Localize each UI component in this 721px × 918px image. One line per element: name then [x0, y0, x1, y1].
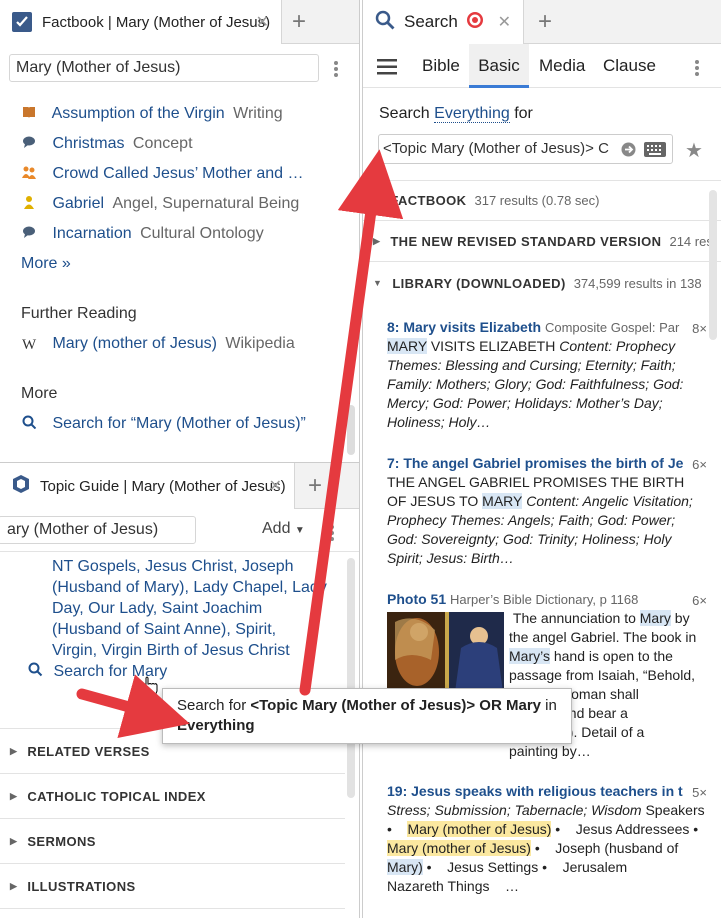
- search-icon: [22, 415, 37, 430]
- result-group-library[interactable]: ▼ LIBRARY (DOWNLOADED) 374,599 results in …: [363, 263, 721, 303]
- topic-link-line[interactable]: Virgin, Virgin Birth of Jesus Christ: [52, 640, 327, 661]
- result-group-nrsv[interactable]: ▶ THE NEW REVISED STANDARD VERSION 214 res: [363, 222, 721, 262]
- factbook-search-input[interactable]: Mary (Mother of Jesus): [9, 54, 319, 82]
- star-icon[interactable]: ★: [685, 138, 703, 163]
- search-result[interactable]: Photo 51 Harper’s Bible Dictionary, p 11…: [387, 590, 707, 609]
- result-title[interactable]: 7: The angel Gabriel promises the birth …: [387, 455, 683, 471]
- annunciation-painting-thumbnail[interactable]: [387, 612, 504, 692]
- topic-link-line[interactable]: NT Gospels, Jesus Christ, Joseph: [52, 556, 327, 577]
- section-divider: [0, 908, 345, 918]
- topic-guide-icon: [12, 474, 30, 498]
- more-heading: More: [21, 385, 58, 402]
- hit-count-badge: 5×: [692, 785, 707, 800]
- scrollbar[interactable]: [347, 558, 355, 798]
- factbook-item[interactable]: Christmas Concept: [22, 135, 193, 153]
- section-catholic-topical-index[interactable]: ▶ CATHOLIC TOPICAL INDEX: [0, 773, 345, 818]
- close-icon[interactable]: ✕: [498, 12, 511, 32]
- tab-factbook[interactable]: Factbook | Mary (Mother of Jesus) ✕: [0, 0, 282, 44]
- factbook-item[interactable]: Crowd Called Jesus’ Mother and …: [22, 165, 304, 183]
- menu-icon[interactable]: [377, 59, 397, 80]
- keyboard-icon[interactable]: [644, 142, 666, 162]
- search-mode-bar: Bible Basic Media Clause: [363, 44, 721, 88]
- topic-link-line[interactable]: Day, Our Lady, Saint Joachim: [52, 598, 327, 619]
- search-for-topic-link[interactable]: Search for “Mary (Mother of Jesus)”: [22, 415, 306, 433]
- add-tab-icon[interactable]: +: [308, 472, 322, 500]
- speech-bubble-icon: [22, 135, 36, 149]
- section-sermons[interactable]: ▶ SERMONS: [0, 818, 345, 863]
- search-scope-label: Search Everything for: [379, 105, 533, 123]
- factbook-panel: Factbook | Mary (Mother of Jesus) ✕ + Ma…: [0, 0, 360, 462]
- factbook-tab-title: Factbook | Mary (Mother of Jesus): [42, 13, 271, 31]
- scrollbar[interactable]: [709, 190, 717, 340]
- topic-guide-tabbar: Topic Guide | Mary (Mother of Jesus) ✕ +: [0, 463, 359, 509]
- add-tab-icon[interactable]: +: [538, 8, 552, 36]
- search-tab-title: Search: [404, 12, 458, 31]
- tab-basic[interactable]: Basic: [469, 44, 529, 88]
- highlight: MARY: [482, 493, 523, 509]
- search-result[interactable]: 8: Mary visits Elizabeth Composite Gospe…: [387, 318, 707, 432]
- add-tab-icon[interactable]: +: [292, 8, 306, 36]
- factbook-item[interactable]: Incarnation Cultural Ontology: [22, 225, 264, 243]
- person-icon: [22, 195, 36, 209]
- go-arrow-icon[interactable]: [621, 142, 636, 162]
- more-link[interactable]: More »: [21, 255, 71, 273]
- result-group-factbook[interactable]: ▶ FACTBOOK 317 results (0.78 sec): [363, 181, 721, 221]
- search-icon: [375, 10, 395, 35]
- factbook-item[interactable]: Gabriel Angel, Supernatural Being: [22, 195, 299, 213]
- topic-link-line[interactable]: (Husband of Mary), Lady Chapel, Lady: [52, 577, 327, 598]
- hit-count-badge: 6×: [692, 457, 707, 472]
- result-title[interactable]: 8: Mary visits Elizabeth: [387, 319, 541, 335]
- tab-topic-guide[interactable]: Topic Guide | Mary (Mother of Jesus) ✕: [0, 463, 295, 509]
- add-button[interactable]: Add ▼: [262, 520, 305, 538]
- result-source: Composite Gospel: Par: [544, 320, 680, 335]
- factbook-icon: [12, 12, 32, 32]
- factbook-item[interactable]: Assumption of the Virgin Writing: [22, 105, 283, 123]
- search-result[interactable]: 19: Jesus speaks with religious teachers…: [387, 782, 707, 896]
- result-title[interactable]: 19: Jesus speaks with religious teachers…: [387, 783, 683, 799]
- search-icon: [28, 662, 43, 682]
- speech-bubble-icon: [22, 225, 36, 239]
- search-tooltip: Search for <Topic Mary (Mother of Jesus)…: [162, 688, 572, 744]
- factbook-tabbar: Factbook | Mary (Mother of Jesus) ✕ +: [0, 0, 359, 44]
- scope-dropdown[interactable]: Everything: [434, 105, 510, 123]
- tab-search[interactable]: Search ✕: [363, 0, 524, 44]
- query-text: <Topic Mary (Mother of Jesus)> C: [383, 140, 609, 157]
- topic-links[interactable]: NT Gospels, Jesus Christ, Joseph (Husban…: [52, 556, 327, 661]
- more-options-icon[interactable]: [694, 58, 700, 78]
- hit-count-badge: 6×: [692, 593, 707, 608]
- topic-guide-tab-title: Topic Guide | Mary (Mother of Jesus): [40, 477, 286, 495]
- section-illustrations[interactable]: ▶ ILLUSTRATIONS: [0, 863, 345, 908]
- more-options-icon[interactable]: [329, 523, 335, 543]
- close-icon[interactable]: ✕: [269, 476, 282, 496]
- more-options-icon[interactable]: [333, 59, 339, 79]
- book-icon: [22, 105, 36, 119]
- tab-clause[interactable]: Clause: [603, 56, 656, 76]
- wikipedia-link[interactable]: W Mary (mother of Jesus) Wikipedia: [22, 335, 295, 353]
- result-title[interactable]: Photo 51: [387, 591, 446, 607]
- close-icon[interactable]: ✕: [256, 12, 269, 32]
- search-result[interactable]: 7: The angel Gabriel promises the birth …: [387, 454, 707, 568]
- search-query-input[interactable]: <Topic Mary (Mother of Jesus)> C: [378, 134, 673, 164]
- tab-media[interactable]: Media: [539, 56, 585, 76]
- tab-bible[interactable]: Bible: [422, 56, 460, 76]
- hit-count-badge: 8×: [692, 321, 707, 336]
- mouse-cursor-icon: [140, 676, 158, 703]
- scrollbar[interactable]: [347, 405, 355, 455]
- search-panel: Search ✕ + Bible Basic Media Clause Sear…: [362, 0, 721, 918]
- wikipedia-icon: W: [22, 337, 37, 353]
- result-source: Harper’s Bible Dictionary, p 1168: [450, 592, 639, 607]
- result-caps: VISITS ELIZABETH: [426, 338, 560, 354]
- search-tabbar: Search ✕ +: [363, 0, 721, 44]
- target-icon: [466, 11, 484, 34]
- highlight: MARY: [387, 338, 427, 354]
- further-reading-heading: Further Reading: [21, 305, 137, 322]
- topic-guide-search-input[interactable]: ary (Mother of Jesus): [0, 516, 196, 544]
- people-icon: [22, 165, 36, 179]
- topic-link-line[interactable]: (Husband of Saint Anne), Spirit,: [52, 619, 327, 640]
